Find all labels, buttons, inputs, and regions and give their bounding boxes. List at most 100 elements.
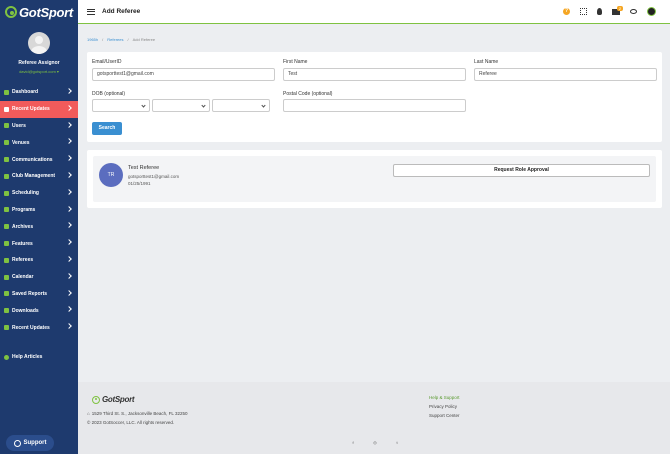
first-name-field[interactable]: Test <box>283 68 466 81</box>
sidebar-item-label: Archives <box>12 223 34 230</box>
chevron-right-icon <box>66 289 72 296</box>
archive-icon <box>4 224 9 230</box>
sidebar-item-label: Recent Updates <box>12 106 50 113</box>
breadcrumb: 1965h / Referees / Add Referee <box>87 37 155 42</box>
chevron-right-icon <box>66 306 72 313</box>
user-email-dropdown[interactable]: david@gotsport.com ▾ <box>0 69 78 74</box>
sidebar-item-dashboard[interactable]: Dashboard <box>0 84 78 101</box>
calendar-icon <box>4 274 9 280</box>
chevron-right-icon <box>66 205 72 212</box>
sidebar-item-label: Features <box>12 240 33 247</box>
users-icon <box>4 123 9 129</box>
breadcrumb-current: Add Referee <box>132 37 156 42</box>
dob-year-select[interactable] <box>212 99 270 112</box>
sidebar-item-label: Dashboard <box>12 89 39 96</box>
sidebar-item-label: Users <box>12 122 26 129</box>
support-center-link[interactable]: Support Center <box>429 413 460 418</box>
footer-links-title: Help & Support <box>429 395 460 400</box>
last-name-field[interactable]: Referee <box>474 68 657 81</box>
sidebar-item-label: Communications <box>12 156 53 163</box>
privacy-policy-link[interactable]: Privacy Policy <box>429 404 460 409</box>
sidebar-item-communications[interactable]: Communications <box>0 151 78 168</box>
email-label: Email/UserID <box>92 59 122 65</box>
help-circle-icon <box>4 354 9 360</box>
referee-email: gotsporttest1@gmail.com <box>128 174 180 179</box>
help-articles-label: Help Articles <box>12 354 43 360</box>
sidebar-item-referees[interactable]: Referees <box>0 252 78 269</box>
breadcrumb-separator: / <box>102 37 104 42</box>
logo-icon <box>92 395 100 404</box>
sidebar-item-label: Scheduling <box>12 190 39 197</box>
user-icon[interactable] <box>597 8 602 15</box>
chevron-right-icon <box>66 239 72 246</box>
sidebar-item-downloads[interactable]: Downloads <box>0 302 78 319</box>
chevron-right-icon <box>66 121 72 128</box>
breadcrumb-home[interactable]: 1965h <box>87 37 98 42</box>
chevron-right-icon <box>66 88 72 94</box>
request-role-approval-button[interactable]: Request Role Approval <box>393 164 650 177</box>
footer-logo[interactable]: GotSport <box>92 395 135 404</box>
report-icon <box>4 291 9 297</box>
programs-icon <box>4 207 9 213</box>
gotsport-logo[interactable]: GotSport <box>0 0 78 24</box>
help-articles-link[interactable]: Help Articles <box>4 354 42 360</box>
sidebar-item-label: Venues <box>12 139 30 146</box>
sidebar-item-saved-reports[interactable]: Saved Reports <box>0 286 78 303</box>
mail-icon[interactable]: 2 <box>612 5 623 15</box>
sidebar-item-users[interactable]: Users <box>0 118 78 135</box>
footer-links: Help & Support Privacy Policy Support Ce… <box>429 395 460 422</box>
dob-day-select[interactable] <box>152 99 210 112</box>
help-icon[interactable]: ? <box>563 8 570 15</box>
support-button[interactable]: Support <box>6 435 54 451</box>
sidebar-item-programs[interactable]: Programs <box>0 202 78 219</box>
apps-grid-icon[interactable] <box>580 8 587 15</box>
topbar-icons: ? 2 <box>563 5 656 16</box>
breadcrumb-separator: / <box>127 37 129 42</box>
sidebar-nav: Dashboard Recent Updates Users Venues Co… <box>0 84 78 336</box>
chevron-right-icon <box>66 104 72 111</box>
sidebar-item-club-management[interactable]: Club Management <box>0 168 78 185</box>
venues-icon <box>4 140 9 146</box>
sidebar-item-archives[interactable]: Archives <box>0 218 78 235</box>
breadcrumb-referees[interactable]: Referees <box>107 37 123 42</box>
logo-icon <box>5 6 17 18</box>
updates-icon <box>4 325 9 331</box>
sidebar: GotSport Referee Assignor david@gotsport… <box>0 0 78 454</box>
avatar[interactable] <box>28 32 50 54</box>
search-form-card: Email/UserID gotsporttest1@gmail.com Fir… <box>87 52 662 142</box>
referee-initials-avatar: TR <box>99 163 123 187</box>
facebook-icon[interactable]: f <box>350 440 356 446</box>
sidebar-item-recent-updates[interactable]: Recent Updates <box>0 100 78 118</box>
sidebar-item-venues[interactable]: Venues <box>0 134 78 151</box>
club-icon <box>4 173 9 179</box>
menu-icon[interactable] <box>87 8 95 15</box>
last-name-label: Last Name <box>474 59 499 65</box>
chevron-right-icon <box>66 188 72 195</box>
footer-address-text: 1529 Third St. S., Jacksonville Beach, F… <box>91 411 188 416</box>
chevron-right-icon <box>66 323 72 329</box>
question-icon <box>13 439 21 447</box>
footer: GotSport ⌂ 1529 Third St. S., Jacksonvil… <box>78 382 670 454</box>
search-button[interactable]: Search <box>92 122 122 135</box>
twitter-icon[interactable]: t <box>394 440 400 446</box>
chevron-right-icon <box>66 272 72 279</box>
sidebar-item-features[interactable]: Features <box>0 235 78 252</box>
instagram-icon[interactable]: ◎ <box>372 440 378 446</box>
sidebar-item-label: Downloads <box>12 307 39 314</box>
postal-code-field[interactable] <box>283 99 466 112</box>
sidebar-item-recent-updates-2[interactable]: Recent Updates <box>0 319 78 336</box>
chevron-right-icon <box>66 172 72 178</box>
dob-month-select[interactable] <box>92 99 150 112</box>
sidebar-item-scheduling[interactable]: Scheduling <box>0 185 78 202</box>
search-result-card: TR Test Referee gotsporttest1@gmail.com … <box>87 150 662 208</box>
footer-copyright: © 2023 GotSoccer, LLC. All rights reserv… <box>87 420 175 425</box>
email-field[interactable]: gotsporttest1@gmail.com <box>92 68 275 81</box>
soccer-ball-icon[interactable] <box>647 7 656 16</box>
dob-label: DOB (optional) <box>92 91 126 97</box>
social-links: f ◎ t <box>350 440 400 446</box>
chat-icon[interactable] <box>630 9 637 14</box>
sidebar-item-calendar[interactable]: Calendar <box>0 269 78 286</box>
sidebar-item-label: Referees <box>12 257 34 264</box>
result-row: TR Test Referee gotsporttest1@gmail.com … <box>93 156 656 202</box>
sidebar-item-label: Programs <box>12 206 36 213</box>
